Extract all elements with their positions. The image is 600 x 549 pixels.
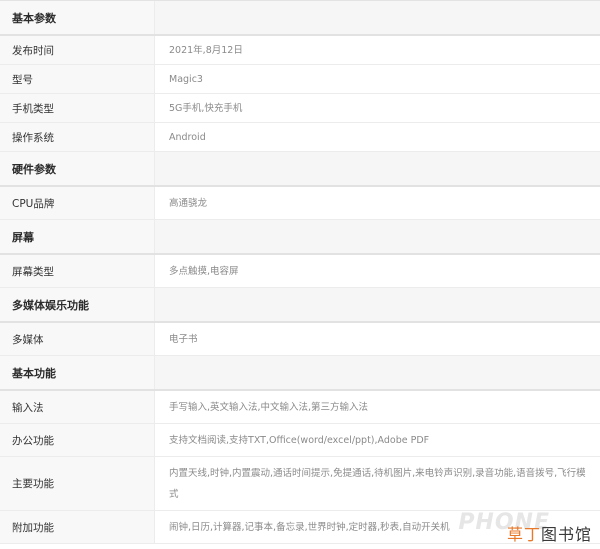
spec-label: 办公功能 [0,424,155,456]
watermark-text-b: 图书馆 [540,525,592,544]
spec-value: 电子书 [155,323,600,355]
spec-value: 5G手机,快充手机 [155,94,600,122]
spec-row-os: 操作系统 Android [0,123,600,152]
section-title: 多媒体娱乐功能 [0,288,155,321]
section-title: 屏幕 [0,220,155,253]
section-spacer [155,1,600,34]
section-spacer [155,288,600,321]
section-header-hardware: 硬件参数 [0,152,600,187]
spec-row-model: 型号 Magic3 [0,65,600,94]
section-header-multimedia: 多媒体娱乐功能 [0,288,600,323]
spec-value: 高通骁龙 [155,187,600,219]
section-title: 基本参数 [0,1,155,34]
section-header-screen: 屏幕 [0,220,600,255]
spec-label: 附加功能 [0,511,155,543]
spec-row-main-functions: 主要功能 内置天线,时钟,内置震动,通话时间提示,免提通话,待机图片,来电铃声识… [0,457,600,511]
spec-row-phone-type: 手机类型 5G手机,快充手机 [0,94,600,123]
section-spacer [155,152,600,185]
spec-value: 支持文档阅读,支持TXT,Office(word/excel/ppt),Adob… [155,424,600,456]
spec-value: 多点触摸,电容屏 [155,255,600,287]
spec-value: 手写输入,英文输入法,中文输入法,第三方输入法 [155,391,600,423]
spec-row-release-date: 发布时间 2021年,8月12日 [0,36,600,65]
spec-row-screen-type: 屏幕类型 多点触摸,电容屏 [0,255,600,288]
spec-label: 手机类型 [0,94,155,122]
spec-label: 操作系统 [0,123,155,151]
section-title: 基本功能 [0,356,155,389]
watermark-text-a: 草丁 [506,525,541,544]
spec-row-office: 办公功能 支持文档阅读,支持TXT,Office(word/excel/ppt)… [0,424,600,457]
spec-label: CPU品牌 [0,187,155,219]
spec-label: 主要功能 [0,457,155,510]
spec-label: 屏幕类型 [0,255,155,287]
spec-value: 内置天线,时钟,内置震动,通话时间提示,免提通话,待机图片,来电铃声识别,录音功… [155,457,600,510]
spec-row-cpu-brand: CPU品牌 高通骁龙 [0,187,600,220]
spec-label: 发布时间 [0,36,155,64]
spec-row-input-method: 输入法 手写输入,英文输入法,中文输入法,第三方输入法 [0,391,600,424]
spec-label: 多媒体 [0,323,155,355]
section-spacer [155,356,600,389]
spec-label: 输入法 [0,391,155,423]
section-header-basic-params: 基本参数 [0,1,600,36]
section-title: 硬件参数 [0,152,155,185]
spec-row-multimedia: 多媒体 电子书 [0,323,600,356]
watermark-logo: 草丁 图书馆 [507,521,592,545]
section-header-basic-functions: 基本功能 [0,356,600,391]
section-spacer [155,220,600,253]
spec-value: 2021年,8月12日 [155,36,600,64]
spec-value: Android [155,123,600,151]
spec-value: Magic3 [155,65,600,93]
spec-table: 基本参数 发布时间 2021年,8月12日 型号 Magic3 手机类型 5G手… [0,0,600,549]
spec-label: 型号 [0,65,155,93]
